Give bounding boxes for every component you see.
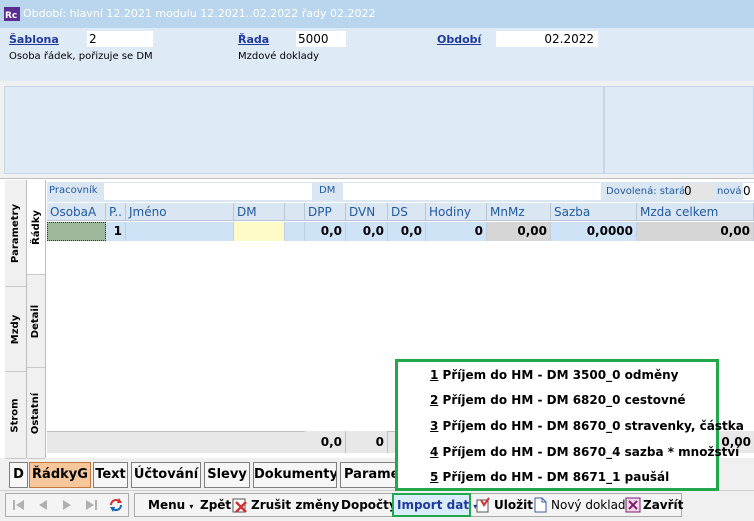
column-header-dvn[interactable]: DVN	[346, 203, 388, 221]
rada-label: Řada	[238, 33, 270, 46]
last-record-icon[interactable]	[84, 498, 98, 512]
dovolena-label: Dovolená: stará	[606, 186, 686, 197]
save-button[interactable]: Uložit	[494, 494, 533, 516]
tab-radkyg[interactable]: ŘádkyG	[29, 462, 91, 488]
sum-dvn: 0	[346, 431, 388, 453]
cell-jmeno[interactable]	[126, 222, 234, 241]
first-record-icon[interactable]	[12, 498, 26, 512]
import-menu-item-5[interactable]: 5 Příjem do HM - DM 8671_1 paušál	[430, 470, 669, 484]
close-icon	[625, 497, 641, 513]
import-data-label: Import dat ▾	[397, 498, 478, 512]
tab-radky[interactable]: Řádky	[27, 180, 45, 275]
dropdown-arrow-icon: ▾	[189, 502, 194, 511]
tab-parametry-bottom[interactable]: Parame	[340, 462, 398, 488]
cell-osoba[interactable]	[47, 222, 106, 241]
cancel-changes-icon	[232, 498, 247, 513]
tab-mzdy[interactable]: Mzdy	[5, 287, 26, 372]
info-panel-right	[604, 86, 754, 174]
rada-description: Mzdové doklady	[238, 51, 320, 62]
cell-p[interactable]: 1	[106, 222, 126, 241]
cell-dpp[interactable]: 0,0	[305, 222, 346, 241]
vertical-tabs-outer: Parametry Mzdy Strom	[5, 180, 27, 459]
import-menu-item-2[interactable]: 2 Příjem do HM - DM 6820_0 cestovné	[430, 393, 686, 407]
dovolena-stara-value: 0	[684, 183, 714, 200]
sablona-label: Šablona	[9, 33, 59, 46]
nova-label: nová	[717, 186, 742, 197]
new-document-icon	[534, 497, 547, 513]
back-button[interactable]: Zpět	[200, 494, 231, 516]
tab-d[interactable]: D	[9, 462, 28, 488]
cell-blank[interactable]	[285, 222, 305, 241]
dm-label: DM	[319, 185, 336, 196]
column-header-jmeno[interactable]: Jméno	[126, 203, 234, 221]
tab-detail[interactable]: Detail	[27, 275, 45, 368]
tab-slevy[interactable]: Slevy	[204, 462, 250, 488]
dopocty-button[interactable]: Dopočty	[341, 494, 397, 516]
new-document-button[interactable]: Nový doklad	[551, 494, 626, 516]
close-button[interactable]: Zavřít	[643, 494, 683, 516]
cell-sazba[interactable]: 0,0000	[551, 222, 637, 241]
column-header-ds[interactable]: DS	[388, 203, 426, 221]
save-icon	[476, 497, 490, 513]
column-header-blank[interactable]	[285, 203, 305, 221]
obdobi-label: Období	[437, 33, 482, 46]
vertical-tabs-inner: Řádky Detail Ostatní	[27, 180, 46, 459]
cell-mnmz[interactable]: 0,00	[487, 222, 551, 241]
column-header-osoba[interactable]: OsobaA	[47, 203, 106, 221]
column-header-dm[interactable]: DM	[234, 203, 285, 221]
column-header-dpp[interactable]: DPP	[305, 203, 346, 221]
cell-ds[interactable]: 0,0	[388, 222, 426, 241]
cell-mzda[interactable]: 0,00	[637, 222, 754, 241]
column-header-mnmz[interactable]: MnMz	[487, 203, 551, 221]
app-icon: Rc	[4, 7, 20, 21]
rada-field[interactable]: 5000	[296, 31, 346, 47]
window-title: Období: hlavní 12.2021 modulu 12.2021..0…	[23, 7, 376, 20]
tab-ostatni[interactable]: Ostatní	[27, 368, 45, 459]
column-header-mzda[interactable]: Mzda celkem	[637, 203, 754, 221]
sablona-field[interactable]: 2	[87, 31, 153, 47]
import-menu-item-4[interactable]: 4 Příjem do HM - DM 8670_4 sazba * množs…	[430, 445, 739, 459]
pracovnik-field[interactable]	[104, 183, 312, 200]
refresh-icon[interactable]	[108, 497, 124, 513]
tab-dokumenty[interactable]: Dokumenty	[253, 462, 337, 488]
import-menu-item-1[interactable]: 1 Příjem do HM - DM 3500_0 odměny	[430, 368, 678, 382]
nova-value: 0	[743, 183, 754, 200]
tab-strom[interactable]: Strom	[5, 372, 26, 459]
column-header-sazba[interactable]: Sazba	[551, 203, 637, 221]
next-record-icon[interactable]	[60, 498, 74, 512]
cell-dm[interactable]	[234, 222, 285, 241]
column-header-hodiny[interactable]: Hodiny	[426, 203, 487, 221]
import-menu-item-3[interactable]: 3 Příjem do HM - DM 8670_0 stravenky, čá…	[430, 419, 744, 433]
obdobi-field[interactable]: 02.2022	[496, 31, 598, 47]
sablona-description: Osoba řádek, pořizuje se DM	[9, 51, 153, 62]
dm-field[interactable]	[343, 183, 601, 200]
cell-dvn[interactable]: 0,0	[346, 222, 388, 241]
sum-dpp: 0,0	[305, 431, 346, 453]
svg-text:Rc: Rc	[5, 11, 17, 21]
tab-text[interactable]: Text	[93, 462, 128, 488]
menu-button[interactable]: Menu ▾	[148, 494, 193, 516]
column-header-p[interactable]: P..	[106, 203, 126, 221]
cancel-changes-button[interactable]: Zrušit změny	[251, 494, 339, 516]
tab-uctovani[interactable]: Účtování	[131, 462, 201, 488]
tab-parametry[interactable]: Parametry	[5, 180, 26, 287]
cell-hodiny[interactable]: 0	[426, 222, 487, 241]
prev-record-icon[interactable]	[36, 498, 50, 512]
pracovnik-label: Pracovník	[49, 185, 98, 196]
info-panel-left	[4, 86, 604, 174]
